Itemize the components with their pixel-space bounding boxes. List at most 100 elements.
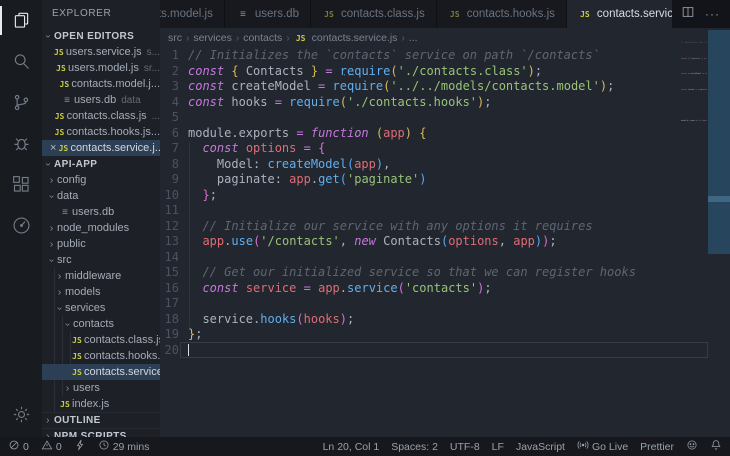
tree-item-node-modules[interactable]: ›node_modules — [42, 220, 160, 236]
chevron-down-icon: › — [46, 191, 57, 202]
open-editors-header[interactable]: › OPEN EDITORS — [42, 28, 160, 44]
outline-section-header[interactable]: › OUTLINE — [42, 412, 160, 428]
chevron-right-icon: › — [286, 33, 289, 44]
open-editor-label: contacts.hooks.js... — [66, 126, 160, 138]
tab-contacts-class-js[interactable]: JScontacts.class.js — [311, 0, 437, 28]
status-utf-8[interactable]: UTF-8 — [450, 441, 480, 453]
tree-item-contacts[interactable]: ›contacts — [42, 316, 160, 332]
status-label: LF — [492, 441, 504, 453]
source-control-icon[interactable] — [0, 82, 42, 123]
code-line-15: 15 // Get our initialized service so tha… — [160, 265, 730, 281]
npm-scripts-section-header[interactable]: › NPM SCRIPTS — [42, 428, 160, 437]
status-prettier[interactable]: Prettier — [640, 441, 674, 453]
status-smiley[interactable] — [686, 439, 698, 454]
tree-item-src[interactable]: ›src — [42, 252, 160, 268]
split-editor-icon[interactable] — [681, 5, 695, 24]
open-editor-contacts-hooks-js[interactable]: JScontacts.hooks.js... — [42, 124, 160, 140]
status-broadcast-go-live[interactable]: Go Live — [577, 439, 628, 454]
line-number: 20 — [160, 343, 179, 359]
tree-item-contacts-hooks-js[interactable]: JScontacts.hooks.js — [42, 348, 160, 364]
tree-item-config[interactable]: ›config — [42, 172, 160, 188]
workspace-root-header[interactable]: › API-APP — [42, 156, 160, 172]
scrollbar[interactable] — [708, 30, 730, 254]
minimap[interactable]: // Initializes the `contacts` service on… — [672, 36, 707, 126]
tree-item-label: services — [65, 302, 105, 314]
line-number: 9 — [160, 172, 179, 188]
status-label: 29 mins — [113, 441, 150, 453]
tab-contacts-hooks-js[interactable]: JScontacts.hooks.js — [437, 0, 567, 28]
line-text: const { Contacts } = require('./contacts… — [672, 58, 707, 60]
status-error-0[interactable]: 0 — [8, 439, 29, 454]
bell-icon — [710, 439, 722, 454]
code-line-2: const { Contacts } = require('./contacts… — [672, 52, 707, 68]
more-actions-icon[interactable]: ··· — [705, 7, 720, 21]
status-label: 0 — [23, 441, 29, 453]
tree-item-index-js[interactable]: JSindex.js — [42, 396, 160, 412]
js-file-icon: JS — [294, 34, 308, 43]
breadcrumb-file[interactable]: contacts.service.js — [312, 32, 398, 44]
js-file-icon: JS — [322, 10, 336, 19]
line-number: 2 — [160, 64, 179, 80]
line-number: 5 — [160, 110, 179, 126]
tree-item-label: contacts.class.js — [84, 334, 160, 346]
code-line-20: 20 — [160, 343, 730, 359]
tree-item-contacts-service-js[interactable]: JScontacts.service.js — [42, 364, 160, 380]
line-text: const createModel = require('../../model… — [672, 73, 707, 75]
editor-actions: ··· — [672, 0, 730, 28]
line-text: Model: createModel(app), — [179, 157, 390, 171]
breadcrumb-segment-services[interactable]: services — [193, 32, 232, 44]
line-number: 8 — [160, 157, 179, 173]
open-editor-users-model-js[interactable]: JSusers.model.jssr... — [42, 60, 160, 76]
status-ln-20-col-1[interactable]: Ln 20, Col 1 — [323, 441, 380, 453]
tab-contacts-model-js[interactable]: JScontacts.model.js — [160, 0, 225, 28]
tree-item-services[interactable]: ›services — [42, 300, 160, 316]
open-editor-contacts-service-j[interactable]: ×JScontacts.service.j... — [42, 140, 160, 156]
status-spaces-2[interactable]: Spaces: 2 — [391, 441, 438, 453]
status-lf[interactable]: LF — [492, 441, 504, 453]
warning-icon — [41, 439, 53, 454]
tree-item-label: users — [73, 382, 100, 394]
tree-item-users-db[interactable]: ≡users.db — [42, 204, 160, 220]
code-line-17: 17 — [160, 296, 730, 312]
open-editor-contacts-model-j[interactable]: JScontacts.model.j... — [42, 76, 160, 92]
code-time-icon[interactable] — [0, 205, 42, 246]
chevron-right-icon: › — [401, 33, 404, 44]
open-editor-users-service-js[interactable]: JSusers.service.jss... — [42, 44, 160, 60]
extensions-icon[interactable] — [0, 164, 42, 205]
manage-gear-icon[interactable] — [0, 394, 42, 435]
status-warning-0[interactable]: 0 — [41, 439, 62, 454]
line-number: 11 — [160, 203, 179, 219]
code-line-6: module.exports = function (app) { — [672, 114, 707, 127]
line-text: const hooks = require('./contacts.hooks'… — [672, 89, 707, 91]
open-editor-users-db[interactable]: ≡users.dbdata — [42, 92, 160, 108]
status-left: 00 29 mins — [8, 439, 149, 454]
tree-item-contacts-class-js[interactable]: JScontacts.class.js — [42, 332, 160, 348]
status-bolt[interactable] — [74, 439, 86, 454]
tree-item-middleware[interactable]: ›middleware — [42, 268, 160, 284]
line-text — [179, 203, 188, 217]
chevron-right-icon: › — [46, 239, 57, 250]
tree-item-data[interactable]: ›data — [42, 188, 160, 204]
breadcrumb-segment-contacts[interactable]: contacts — [243, 32, 282, 44]
code-line-1: 1// Initializes the `contacts` service o… — [160, 48, 730, 64]
code-line-4: const hooks = require('./contacts.hooks'… — [672, 83, 707, 99]
line-number: 14 — [160, 250, 179, 266]
tree-item-users[interactable]: ›users — [42, 380, 160, 396]
open-editor-contacts-class-js[interactable]: JScontacts.class.js... — [42, 108, 160, 124]
status-clock-29-mins[interactable]: 29 mins — [98, 439, 150, 454]
tree-item-public[interactable]: ›public — [42, 236, 160, 252]
tree-item-models[interactable]: ›models — [42, 284, 160, 300]
breadcrumb-segment-src[interactable]: src — [168, 32, 182, 44]
explorer-icon[interactable] — [0, 0, 42, 41]
tab-users-db[interactable]: ≡users.db — [225, 0, 311, 28]
breadcrumb-symbol-more[interactable]: ... — [409, 32, 418, 44]
run-and-debug-icon[interactable] — [0, 123, 42, 164]
status-javascript[interactable]: JavaScript — [516, 441, 565, 453]
code-line-18: 18 service.hooks(hooks); — [160, 312, 730, 328]
line-text — [179, 250, 188, 264]
status-bell[interactable] — [710, 439, 722, 454]
code-line-9: 9 paginate: app.get('paginate') — [160, 172, 730, 188]
code-editor[interactable]: 1// Initializes the `contacts` service o… — [160, 48, 730, 437]
search-icon[interactable] — [0, 41, 42, 82]
chevron-right-icon: › — [62, 383, 73, 394]
